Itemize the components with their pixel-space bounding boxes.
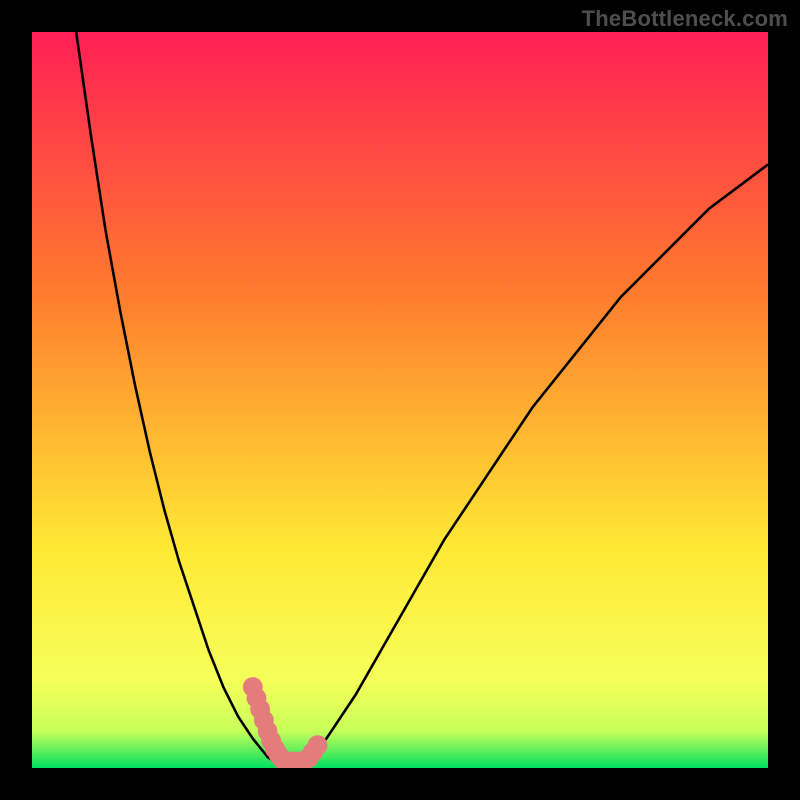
plot-background bbox=[32, 32, 768, 768]
plot-area bbox=[32, 32, 768, 768]
chart-svg bbox=[32, 32, 768, 768]
watermark-text: TheBottleneck.com bbox=[582, 6, 788, 32]
chart-frame: TheBottleneck.com bbox=[0, 0, 800, 800]
marker-dot bbox=[308, 735, 328, 755]
